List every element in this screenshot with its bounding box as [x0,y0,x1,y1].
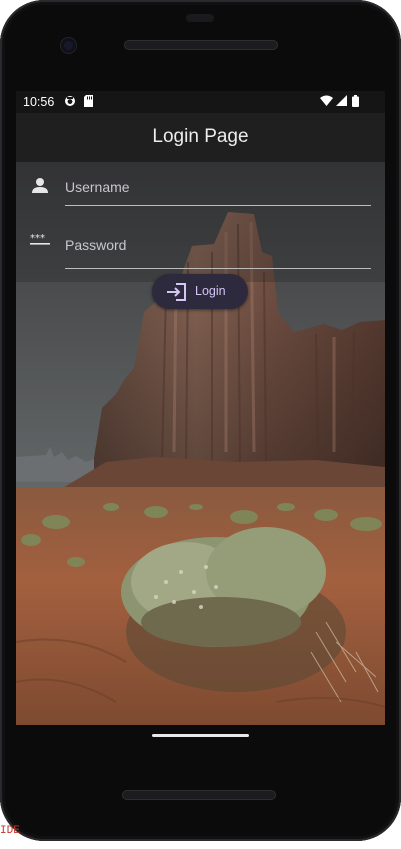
wifi-icon [320,95,333,109]
earpiece-speaker [124,40,278,50]
password-underline [65,268,371,269]
status-time: 10:56 [23,95,55,109]
phone-frame: 10:56 Login Page Username *** Password L… [0,0,401,841]
login-content: Username *** Password Login [16,162,385,725]
bottom-speaker [122,790,276,800]
battery-icon [352,95,359,110]
status-bar: 10:56 [16,91,385,113]
phone-sensor [186,14,214,22]
svg-text:***: *** [30,233,45,244]
app-bar: Login Page [16,113,385,162]
page-title: Login Page [152,126,249,147]
sd-card-icon [83,95,94,110]
password-icon: *** [30,232,52,251]
front-camera [61,38,76,53]
login-button[interactable]: Login [152,274,248,309]
edge-text: IDE [0,825,20,837]
username-label: Username [65,179,130,195]
person-icon [30,176,50,201]
password-label: Password [65,237,127,253]
username-underline [65,205,371,206]
login-icon [167,283,187,304]
device-screen: 10:56 Login Page Username *** Password L… [16,91,385,725]
sync-icon [64,95,76,110]
username-field: Username [16,172,385,218]
signal-icon [336,95,347,109]
home-gesture-bar[interactable] [152,734,249,737]
login-button-label: Login [195,284,226,298]
password-field: *** Password [16,230,385,276]
